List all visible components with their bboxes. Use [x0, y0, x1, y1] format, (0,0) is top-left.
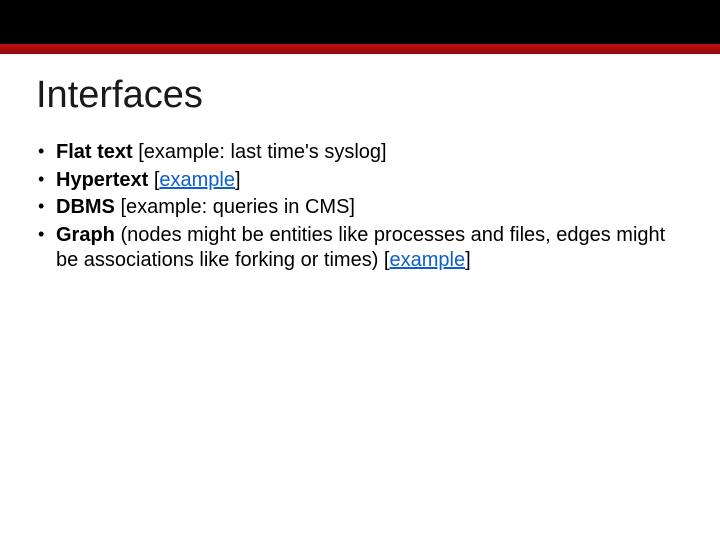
list-item: Flat text [example: last time's syslog] — [38, 140, 680, 166]
bullet-text: ] — [235, 169, 241, 191]
example-link[interactable]: example — [159, 169, 235, 191]
bullet-label: Graph — [56, 224, 115, 246]
top-black-bar — [0, 0, 720, 44]
slide-title: Interfaces — [36, 74, 203, 117]
bullet-label: DBMS — [56, 196, 115, 218]
example-link[interactable]: example — [389, 249, 465, 271]
bullet-text: (nodes might be entities like processes … — [56, 224, 665, 272]
bullet-text: [example: queries in CMS] — [115, 196, 355, 218]
bullet-label: Flat text — [56, 141, 133, 163]
bullet-label: Hypertext — [56, 169, 148, 191]
bullet-text: ] — [465, 249, 471, 271]
red-stripe — [0, 44, 720, 54]
bullet-list: Flat text [example: last time's syslog] … — [38, 140, 680, 274]
slide: Interfaces Flat text [example: last time… — [0, 0, 720, 540]
bullet-text: [example: last time's syslog] — [133, 141, 387, 163]
bullet-text: [ — [148, 169, 159, 191]
list-item: Graph (nodes might be entities like proc… — [38, 223, 680, 274]
list-item: DBMS [example: queries in CMS] — [38, 195, 680, 221]
slide-body: Flat text [example: last time's syslog] … — [38, 140, 680, 276]
list-item: Hypertext [example] — [38, 168, 680, 194]
